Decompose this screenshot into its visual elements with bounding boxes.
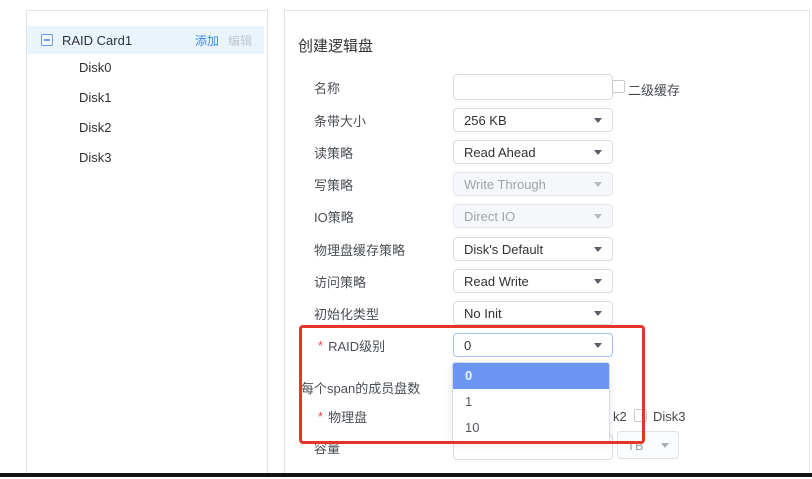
raid-level-dropdown: 0 1 10: [452, 362, 610, 442]
l2-cache-checkbox[interactable]: [612, 80, 625, 93]
sidebar-item-disk2[interactable]: Disk2: [27, 113, 267, 143]
add-link[interactable]: 添加: [195, 32, 219, 49]
disk3-checkbox[interactable]: [634, 409, 647, 422]
io-policy-label: IO策略: [314, 204, 354, 228]
raid-card-label: RAID Card1: [62, 33, 195, 48]
io-policy-value: Direct IO: [464, 209, 594, 224]
disk2-label-fragment: k2: [613, 409, 627, 424]
read-policy-value: Read Ahead: [464, 145, 594, 160]
capacity-unit-value: TB: [627, 438, 661, 453]
capacity-label: 容量: [314, 434, 340, 460]
bottom-border-line: [0, 473, 812, 477]
name-label: 名称: [314, 74, 340, 100]
read-policy-label: 读策略: [314, 140, 353, 164]
dropdown-option-10[interactable]: 10: [453, 415, 609, 441]
write-policy-label: 写策略: [314, 172, 353, 196]
sidebar-item-disk3[interactable]: Disk3: [27, 143, 267, 173]
page-title: 创建逻辑盘: [298, 35, 373, 56]
field-row-name: 名称 二级缓存: [285, 74, 809, 100]
field-row-write-policy: 写策略 Write Through: [285, 172, 809, 196]
chevron-down-icon: [594, 182, 602, 187]
edit-link[interactable]: 编辑: [228, 32, 252, 49]
chevron-down-icon: [661, 443, 669, 448]
write-policy-value: Write Through: [464, 177, 594, 192]
field-row-access-policy: 访问策略 Read Write: [285, 269, 809, 293]
stripe-size-select[interactable]: 256 KB: [453, 108, 613, 132]
disk-cache-policy-label: 物理盘缓存策略: [314, 237, 405, 261]
required-asterisk: *: [318, 409, 323, 424]
page: RAID Card1 添加 编辑 Disk0 Disk1 Disk2 Disk3…: [0, 0, 812, 479]
init-type-select[interactable]: No Init: [453, 301, 613, 325]
physical-disks-label-text: 物理盘: [328, 407, 367, 426]
field-row-raid-level: * RAID级别 0: [285, 333, 809, 357]
io-policy-select: Direct IO: [453, 204, 613, 228]
chevron-down-icon: [594, 311, 602, 316]
span-members-label: 每个span的成员盘数: [301, 375, 420, 399]
read-policy-select[interactable]: Read Ahead: [453, 140, 613, 164]
init-type-label: 初始化类型: [314, 301, 379, 325]
access-policy-value: Read Write: [464, 274, 594, 289]
sidebar: RAID Card1 添加 编辑 Disk0 Disk1 Disk2 Disk3: [26, 10, 268, 473]
field-row-init-type: 初始化类型 No Init: [285, 301, 809, 325]
raid-level-select[interactable]: 0: [453, 333, 613, 357]
field-row-disk-cache-policy: 物理盘缓存策略 Disk's Default: [285, 237, 809, 261]
dropdown-option-0[interactable]: 0: [453, 363, 609, 389]
stripe-size-label: 条带大小: [314, 108, 366, 132]
raid-level-value: 0: [464, 338, 594, 353]
disk-cache-policy-value: Disk's Default: [464, 242, 594, 257]
disk-cache-policy-select[interactable]: Disk's Default: [453, 237, 613, 261]
chevron-down-icon: [594, 214, 602, 219]
sidebar-item-disk0[interactable]: Disk0: [27, 53, 267, 83]
init-type-value: No Init: [464, 306, 594, 321]
sidebar-item-raid-card1[interactable]: RAID Card1 添加 编辑: [27, 26, 264, 54]
stripe-size-value: 256 KB: [464, 113, 594, 128]
chevron-down-icon: [594, 118, 602, 123]
dropdown-option-1[interactable]: 1: [453, 389, 609, 415]
field-row-read-policy: 读策略 Read Ahead: [285, 140, 809, 164]
raid-level-label: * RAID级别: [318, 333, 385, 357]
write-policy-select: Write Through: [453, 172, 613, 196]
required-asterisk: *: [318, 338, 323, 353]
l2-cache-label: 二级缓存: [628, 80, 680, 99]
chevron-down-icon: [594, 343, 602, 348]
collapse-icon[interactable]: [41, 34, 53, 46]
chevron-down-icon: [594, 247, 602, 252]
capacity-unit-select[interactable]: TB: [617, 431, 679, 459]
raid-level-label-text: RAID级别: [328, 336, 385, 355]
field-row-stripe-size: 条带大小 256 KB: [285, 108, 809, 132]
chevron-down-icon: [594, 150, 602, 155]
field-row-io-policy: IO策略 Direct IO: [285, 204, 809, 228]
access-policy-select[interactable]: Read Write: [453, 269, 613, 293]
chevron-down-icon: [594, 279, 602, 284]
sidebar-item-disk1[interactable]: Disk1: [27, 83, 267, 113]
disk3-label: Disk3: [653, 409, 686, 424]
physical-disks-label: * 物理盘: [318, 409, 367, 423]
access-policy-label: 访问策略: [314, 269, 366, 293]
name-input[interactable]: [453, 74, 613, 100]
